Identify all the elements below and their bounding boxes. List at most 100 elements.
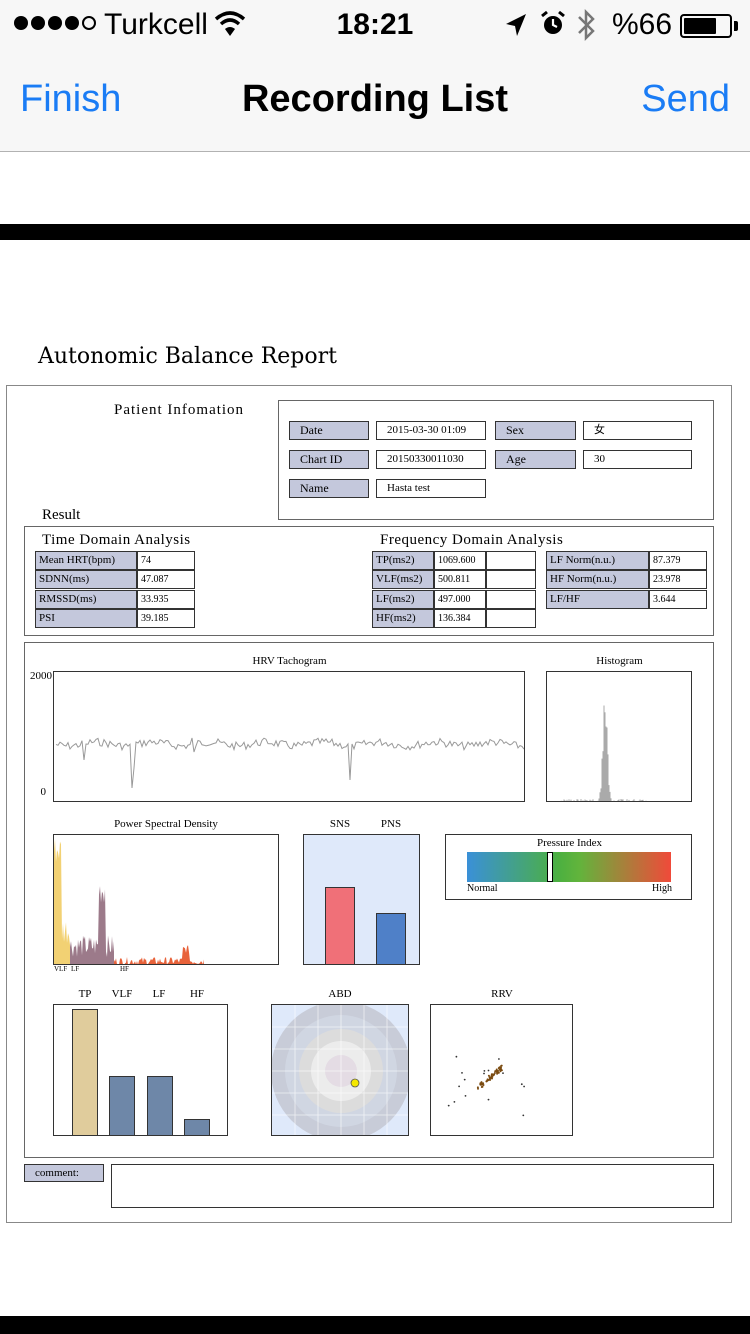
psd-plot <box>53 834 279 965</box>
comment-label: comment: <box>24 1164 104 1182</box>
alarm-clock-icon <box>541 10 565 34</box>
patient-info-title: Patient Infomation <box>114 402 245 418</box>
pressure-index-marker <box>547 852 553 882</box>
comment-field[interactable] <box>111 1164 714 1208</box>
psd-area <box>54 839 204 964</box>
bluetooth-icon <box>578 8 595 42</box>
date-label: Date <box>289 421 369 440</box>
td-label: RMSSD(ms) <box>35 590 137 609</box>
rrv-point <box>487 1098 490 1101</box>
histogram-plot <box>546 671 692 802</box>
histogram-bars <box>560 705 647 801</box>
td-value: 33.935 <box>137 590 195 609</box>
bar-hf-label: HF <box>189 988 205 1000</box>
rrv-point <box>461 1072 463 1074</box>
rrv-point <box>488 1078 491 1081</box>
bar-lf-label: LF <box>152 988 166 1000</box>
td-value: 74 <box>137 551 195 570</box>
rrv-point <box>496 1072 499 1075</box>
rrv-point <box>463 1078 466 1081</box>
rrv-plot <box>430 1004 573 1136</box>
sns-title: SNS <box>329 818 351 830</box>
histogram-title: Histogram <box>596 655 643 667</box>
psd-hf-label: HF <box>120 965 129 973</box>
name-label: Name <box>289 479 369 498</box>
send-button[interactable]: Send <box>641 78 730 121</box>
psd-lf-label: LF <box>71 965 80 973</box>
rrv-point <box>483 1070 486 1072</box>
frequency-domain-title: Frequency Domain Analysis <box>380 532 564 548</box>
fd-norm-label: LF Norm(n.u.) <box>546 551 649 570</box>
rrv-point <box>477 1087 479 1090</box>
fd-extra <box>486 609 536 628</box>
rrv-point <box>487 1074 490 1077</box>
tachogram-ymax: 2000 <box>30 670 52 682</box>
tp-bar <box>72 1009 98 1135</box>
fd-label: LF(ms2) <box>372 590 434 609</box>
rrv-point <box>485 1080 488 1083</box>
pressure-index-title: Pressure Index <box>536 837 603 849</box>
pressure-index-panel: Pressure Index Normal High <box>445 834 692 900</box>
psd-vlf-label: VLF <box>54 965 68 973</box>
result-title: Result <box>42 507 81 523</box>
sex-label: Sex <box>495 421 576 440</box>
fd-label: HF(ms2) <box>372 609 434 628</box>
td-value: 39.185 <box>137 609 195 628</box>
band-power-plot <box>53 1004 228 1136</box>
rrv-point <box>522 1114 525 1117</box>
name-value: Hasta test <box>376 479 486 498</box>
page-title: Recording List <box>241 78 509 120</box>
tachogram-title: HRV Tachogram <box>252 655 327 667</box>
pressure-gradient-bar <box>467 852 671 882</box>
lf-bar <box>147 1076 173 1135</box>
chart-id-value: 20150330011030 <box>376 450 486 469</box>
abd-point <box>350 1078 360 1088</box>
fd-label: VLF(ms2) <box>372 570 434 589</box>
battery-percent: %66 <box>612 8 673 41</box>
rrv-point <box>455 1055 458 1058</box>
status-bar: Turkcell 18:21 %66 <box>0 0 750 52</box>
rrv-point <box>464 1095 467 1097</box>
fd-norm-value: 87.379 <box>649 551 707 570</box>
rrv-point <box>479 1083 482 1086</box>
fd-extra <box>486 590 536 609</box>
fd-norm-label: LF/HF <box>546 590 649 609</box>
rrv-point <box>492 1073 494 1076</box>
battery-icon <box>680 14 732 38</box>
rrv-title: RRV <box>491 988 513 1000</box>
date-value: 2015-03-30 01:09 <box>376 421 486 440</box>
age-label: Age <box>495 450 576 469</box>
rrv-point <box>458 1085 460 1088</box>
vlf-bar <box>109 1076 135 1135</box>
navigation-bar: Finish Recording List Send <box>0 52 750 152</box>
bar-tp-label: TP <box>78 988 92 1000</box>
fd-value: 497.000 <box>434 590 486 609</box>
sex-value: 女 <box>583 421 692 440</box>
rrv-point <box>500 1069 503 1072</box>
tachogram-plot <box>53 671 525 802</box>
fd-value: 1069.600 <box>434 551 486 570</box>
hf-bar <box>184 1119 210 1135</box>
psd-title: Power Spectral Density <box>114 818 218 830</box>
rrv-point <box>487 1069 490 1072</box>
tachogram-line <box>55 737 524 789</box>
td-label: PSI <box>35 609 137 628</box>
rrv-point <box>491 1077 493 1080</box>
divider-bottom <box>0 1316 750 1334</box>
rrv-point <box>494 1070 497 1073</box>
fd-norm-value: 3.644 <box>649 590 707 609</box>
location-arrow-icon <box>506 14 526 36</box>
rrv-point <box>447 1104 450 1107</box>
pressure-low-label: Normal <box>467 883 498 894</box>
rrv-point <box>498 1068 501 1071</box>
divider-top <box>0 224 750 240</box>
rrv-point <box>502 1072 504 1074</box>
rrv-point <box>520 1083 523 1086</box>
fd-value: 136.384 <box>434 609 486 628</box>
time-domain-title: Time Domain Analysis <box>42 532 191 548</box>
pns-bar <box>376 913 406 964</box>
sns-bar <box>325 887 355 964</box>
fd-value: 500.811 <box>434 570 486 589</box>
fd-norm-value: 23.978 <box>649 570 707 589</box>
abd-target <box>272 1005 408 1135</box>
